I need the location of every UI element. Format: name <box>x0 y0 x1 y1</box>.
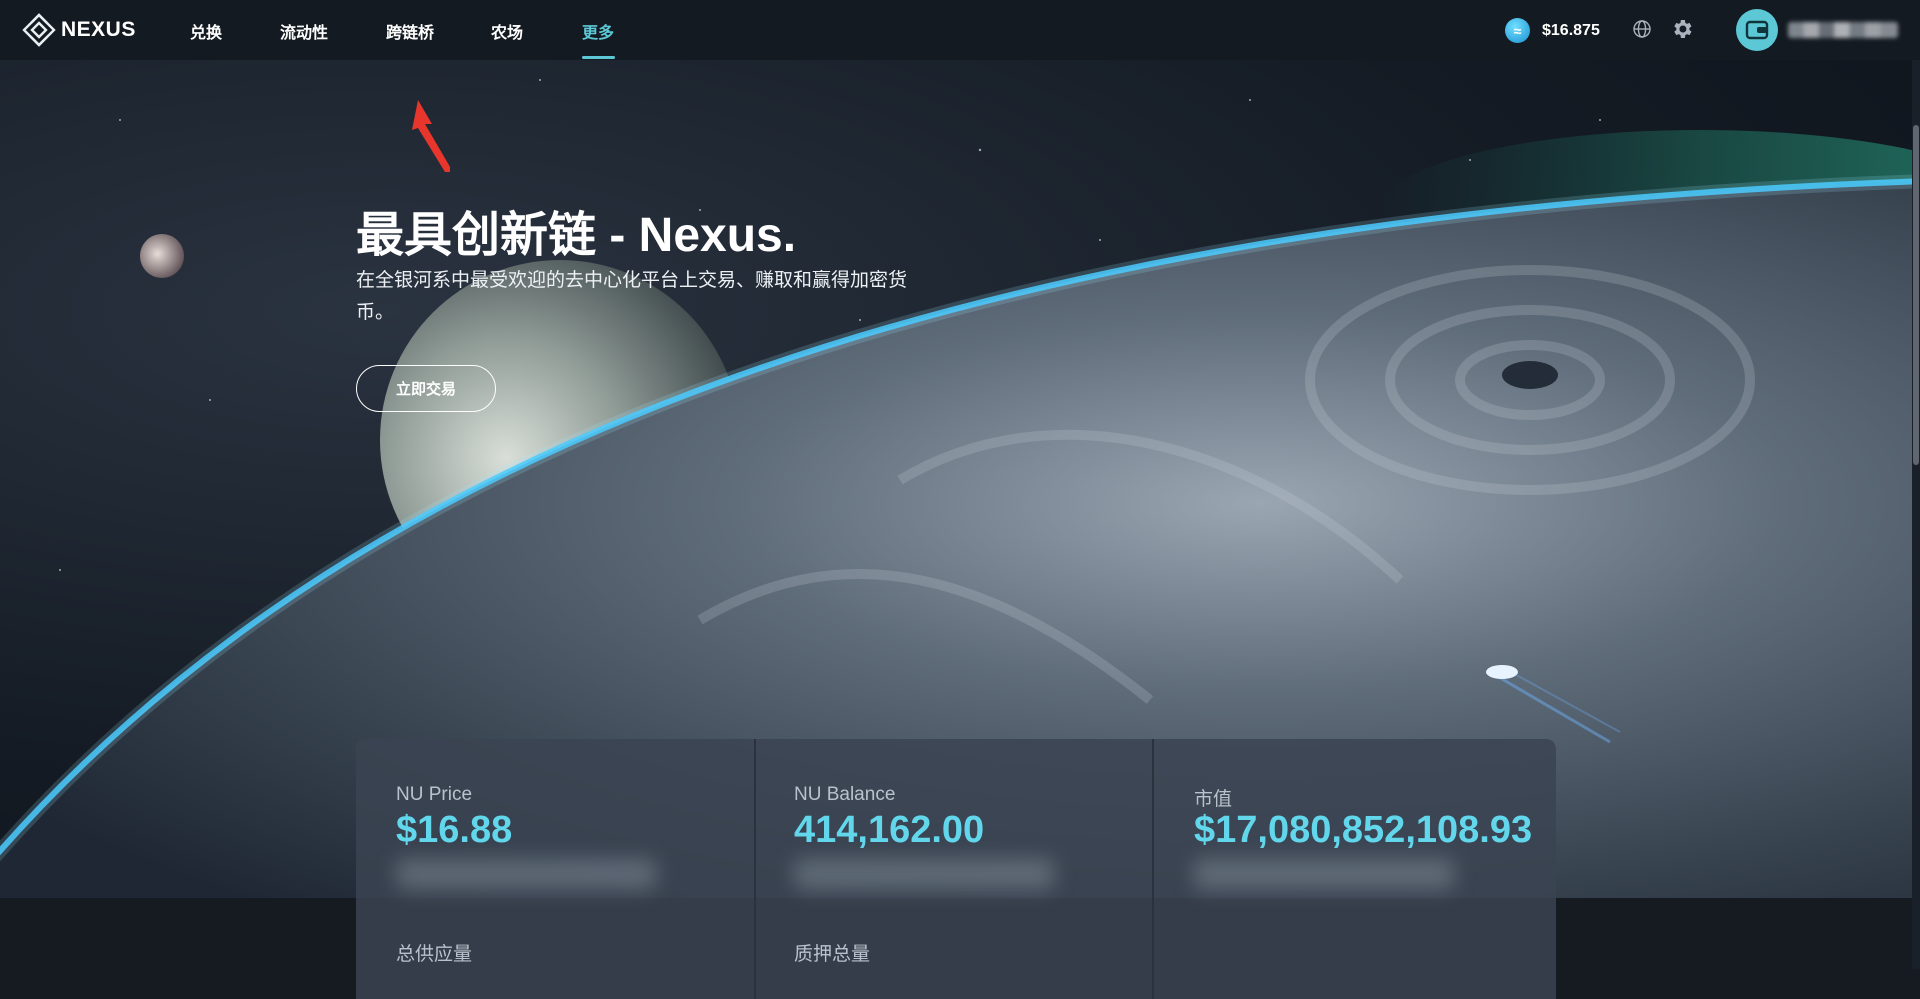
nav-item-swap[interactable]: 兑换 <box>190 19 222 43</box>
blurred-text <box>1194 859 1454 889</box>
scrollbar-thumb[interactable] <box>1913 125 1919 465</box>
stat-label: 总供应量 <box>396 944 473 965</box>
stat-label: NU Price <box>396 784 473 805</box>
hero-subtitle: 在全银河系中最受欢迎的去中心化平台上交易、赚取和赢得加密货币。 <box>356 270 908 323</box>
trade-now-button[interactable]: 立即交易 <box>356 365 496 412</box>
stats-panel: NU Price $16.88 总供应量 NU Balance 414,162.… <box>356 739 1556 999</box>
stat-card-market-cap: 市值 $17,080,852,108.93 <box>1154 739 1556 999</box>
annotation-arrow <box>412 100 450 172</box>
wallet-icon <box>1736 9 1778 51</box>
token-price-chip: ≈ $16.875 <box>1505 18 1600 43</box>
globe-icon[interactable] <box>1632 19 1652 39</box>
nav-item-more[interactable]: 更多 <box>582 19 614 43</box>
blurred-text <box>794 859 1054 889</box>
gear-icon[interactable] <box>1670 17 1694 41</box>
stat-value: $17,080,852,108.93 <box>1194 809 1533 851</box>
top-navigation-bar: NEXUS 兑换 流动性 跨链桥 农场 更多 ≈ $16.875 <box>0 0 1920 60</box>
stat-label: 市值 <box>1194 789 1233 810</box>
stat-card-nu-balance: NU Balance 414,162.00 质押总量 <box>756 739 1154 999</box>
stat-label: NU Balance <box>794 784 896 805</box>
page-scrollbar[interactable] <box>1912 60 1920 969</box>
hero-title: 最具创新链 - Nexus. <box>356 209 797 262</box>
stat-value: $16.88 <box>396 809 513 851</box>
nexus-logo[interactable]: NEXUS <box>20 12 136 48</box>
brand-name: NEXUS <box>61 18 136 41</box>
token-price: $16.875 <box>1542 21 1600 39</box>
blurred-text <box>396 859 656 889</box>
stat-card-nu-price: NU Price $16.88 总供应量 <box>356 739 754 999</box>
nav-item-liquidity[interactable]: 流动性 <box>280 19 328 43</box>
token-coin-icon: ≈ <box>1505 18 1530 43</box>
nav-item-farm[interactable]: 农场 <box>491 19 523 43</box>
nexus-logo-icon <box>22 13 56 47</box>
nav-item-bridge[interactable]: 跨链桥 <box>386 19 434 43</box>
active-nav-indicator <box>582 56 615 59</box>
wallet-address-masked <box>1788 22 1898 38</box>
wallet-button[interactable] <box>1736 9 1898 51</box>
stat-label: 质押总量 <box>794 944 871 965</box>
stat-value: 414,162.00 <box>794 809 985 851</box>
